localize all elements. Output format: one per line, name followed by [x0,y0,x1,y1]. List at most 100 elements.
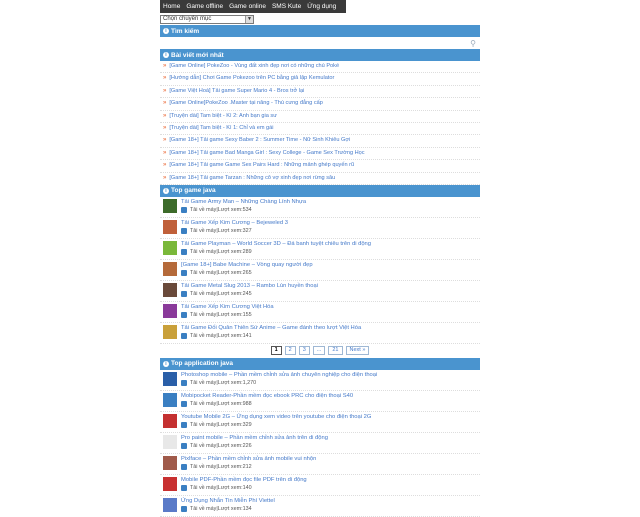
thumbnail-icon[interactable] [163,413,177,428]
list-item[interactable]: Pixlface – Phần mềm chỉnh sửa ảnh mobile… [160,454,480,475]
list-item[interactable]: » [Game 18+] Tải game Bad Manga Girl : Se… [160,148,480,161]
pager-item-0[interactable]: 1 [270,346,282,356]
list-item-link[interactable]: [Game Online] PokeZoo - Vùng đất xinh đẹ… [169,63,339,69]
list-item[interactable]: Mobile PDF-Phần mềm đọc file PDF trên di… [160,475,480,496]
item-title-link[interactable]: Mobile PDF-Phần mềm đọc file PDF trên di… [181,476,307,484]
list-item[interactable]: Tải Game Đối Quân Thiên Sứ Anime – Game … [160,323,480,344]
download-link[interactable]: Tải về máy [190,269,216,277]
download-icon[interactable] [181,332,187,339]
nav-game-online[interactable]: Game online [226,3,269,10]
pager-item-3[interactable]: ... [312,346,326,356]
item-title-link[interactable]: Ứng Dụng Nhắn Tin Miễn Phí Viettel [181,497,275,505]
thumbnail-icon[interactable] [163,324,177,339]
thumbnail-icon[interactable] [163,219,177,234]
item-title-link[interactable]: Photoshop mobile – Phần mềm chỉnh sửa ản… [181,371,377,379]
list-item[interactable]: » [Game Online] PokeZoo - Vùng đất xinh đ… [160,61,480,74]
nav-home[interactable]: Home [160,3,183,10]
item-title-link[interactable]: Tải Game Metal Slug 2013 – Rambo Lùn huy… [181,282,318,290]
thumbnail-icon[interactable] [163,282,177,297]
thumbnail-icon[interactable] [163,497,177,512]
download-link[interactable]: Tải về máy [190,248,216,256]
thumbnail-icon[interactable] [163,198,177,213]
list-item-link[interactable]: [Truyện dài] Tam biệt - Kì 2: Anh bạn gi… [169,113,277,119]
item-title-link[interactable]: Tải Game Playman – World Soccer 3D – Đá … [181,240,371,248]
nav-ung-dung[interactable]: Ứng dụng [304,3,339,10]
list-item[interactable]: Tải Game Xếp Kim Cương – Bejeweled 3 Tải … [160,218,480,239]
list-item[interactable]: Tải Game Xếp Kim Cương Việt Hóa Tải về má… [160,302,480,323]
download-link[interactable]: Tải về máy [190,227,216,235]
list-item-link[interactable]: [Game 18+] Tải game Game Sex Pairs Hard … [169,162,354,168]
download-icon[interactable] [181,463,187,470]
download-link[interactable]: Tải về máy [190,311,216,319]
item-title-link[interactable]: [Game 18+] Babe Machine – Vòng quay ngườ… [181,261,313,269]
pager-item-5[interactable]: Next » [345,346,370,356]
download-icon[interactable] [181,248,187,255]
list-item[interactable]: » [Game 18+] Tải game Tarzan : Những cô v… [160,173,480,185]
download-link[interactable]: Tải về máy [190,379,216,387]
list-item[interactable]: Ứng Dụng Nhắn Tin Miễn Phí Viettel Tải về… [160,496,480,517]
download-icon[interactable] [181,421,187,428]
list-item[interactable]: » [Game 18+] Tải game Game Sex Pairs Hard… [160,160,480,173]
download-icon[interactable] [181,505,187,512]
download-link[interactable]: Tải về máy [190,484,216,492]
download-icon[interactable] [181,442,187,449]
thumbnail-icon[interactable] [163,392,177,407]
pager-item-4[interactable]: 21 [328,346,343,356]
thumbnail-icon[interactable] [163,455,177,470]
list-item-link[interactable]: [Truyện dài] Tam biệt - Kì 1: Chỉ và em … [169,125,273,131]
thumbnail-icon[interactable] [163,476,177,491]
list-item[interactable]: » [Hướng dẫn] Chơi Game Pokezoo trên PC b… [160,73,480,86]
download-icon[interactable] [181,311,187,318]
thumbnail-icon[interactable] [163,261,177,276]
list-item-link[interactable]: [Game Việt Hoá] Tải game Super Mario 4 -… [169,88,304,94]
search-icon[interactable]: ⚲ [470,39,476,48]
list-item[interactable]: Tải Game Playman – World Soccer 3D – Đá … [160,239,480,260]
item-title-link[interactable]: Tải Game Đối Quân Thiên Sứ Anime – Game … [181,324,361,332]
category-select[interactable]: Chọn chuyên mục ▼ [160,14,254,24]
list-item[interactable]: Mobipocket Reader-Phần mềm đọc ebook PRC… [160,391,480,412]
download-icon[interactable] [181,206,187,213]
list-item[interactable]: [Game 18+] Babe Machine – Vòng quay ngườ… [160,260,480,281]
list-item-link[interactable]: [Hướng dẫn] Chơi Game Pokezoo trên PC bằ… [169,75,334,81]
item-title-link[interactable]: Tải Game Xếp Kim Cương Việt Hóa [181,303,274,311]
item-title-link[interactable]: Pro paint mobile – Phần mềm chỉnh sửa ản… [181,434,328,442]
item-title-link[interactable]: Youtube Mobile 2G – Ứng dụng xem video t… [181,413,371,421]
thumbnail-icon[interactable] [163,371,177,386]
download-link[interactable]: Tải về máy [190,206,216,214]
nav-game-offline[interactable]: Game offline [183,3,226,10]
list-item[interactable]: Youtube Mobile 2G – Ứng dụng xem video t… [160,412,480,433]
list-item[interactable]: » [Truyện dài] Tam biệt - Kì 2: Anh bạn g… [160,111,480,123]
list-item[interactable]: Tải Game Metal Slug 2013 – Rambo Lùn huy… [160,281,480,302]
download-icon[interactable] [181,379,187,386]
thumbnail-icon[interactable] [163,240,177,255]
list-item[interactable]: Photoshop mobile – Phần mềm chỉnh sửa ản… [160,370,480,391]
list-item-link[interactable]: [Game 18+] Tải game Sexy Baber 2 : Summe… [169,137,350,143]
list-item-link[interactable]: [Game Online]PokeZoo .Master tại năng - … [169,100,323,106]
item-title-link[interactable]: Tải Game Army Man – Những Chàng Lính Nhự… [181,198,306,206]
pager-item-2[interactable]: 3 [298,346,310,356]
list-item[interactable]: » [Truyện dài] Tam biệt - Kì 1: Chỉ và em… [160,123,480,136]
list-item[interactable]: Pro paint mobile – Phần mềm chỉnh sửa ản… [160,433,480,454]
list-item-link[interactable]: [Game 18+] Tải game Tarzan : Những cô vợ… [169,175,335,181]
list-item[interactable]: Tải Game Army Man – Những Chàng Lính Nhự… [160,197,480,218]
download-link[interactable]: Tải về máy [190,421,216,429]
download-link[interactable]: Tải về máy [190,290,216,298]
download-link[interactable]: Tải về máy [190,400,216,408]
list-item[interactable]: » [Game Online]PokeZoo .Master tại năng -… [160,98,480,111]
download-link[interactable]: Tải về máy [190,463,216,471]
list-item-link[interactable]: [Game 18+] Tải game Bad Manga Girl : Sex… [169,150,364,156]
item-title-link[interactable]: Pixlface – Phần mềm chỉnh sửa ảnh mobile… [181,455,316,463]
download-link[interactable]: Tải về máy [190,332,216,340]
search-box[interactable]: ⚲ [160,37,480,49]
nav-sms-kute[interactable]: SMS Kute [269,3,304,10]
download-icon[interactable] [181,290,187,297]
download-icon[interactable] [181,227,187,234]
thumbnail-icon[interactable] [163,303,177,318]
item-title-link[interactable]: Mobipocket Reader-Phần mềm đọc ebook PRC… [181,392,353,400]
download-icon[interactable] [181,269,187,276]
download-icon[interactable] [181,484,187,491]
list-item[interactable]: » [Game Việt Hoá] Tải game Super Mario 4 … [160,86,480,99]
pager-item-1[interactable]: 2 [284,346,296,356]
download-icon[interactable] [181,400,187,407]
item-title-link[interactable]: Tải Game Xếp Kim Cương – Bejeweled 3 [181,219,288,227]
